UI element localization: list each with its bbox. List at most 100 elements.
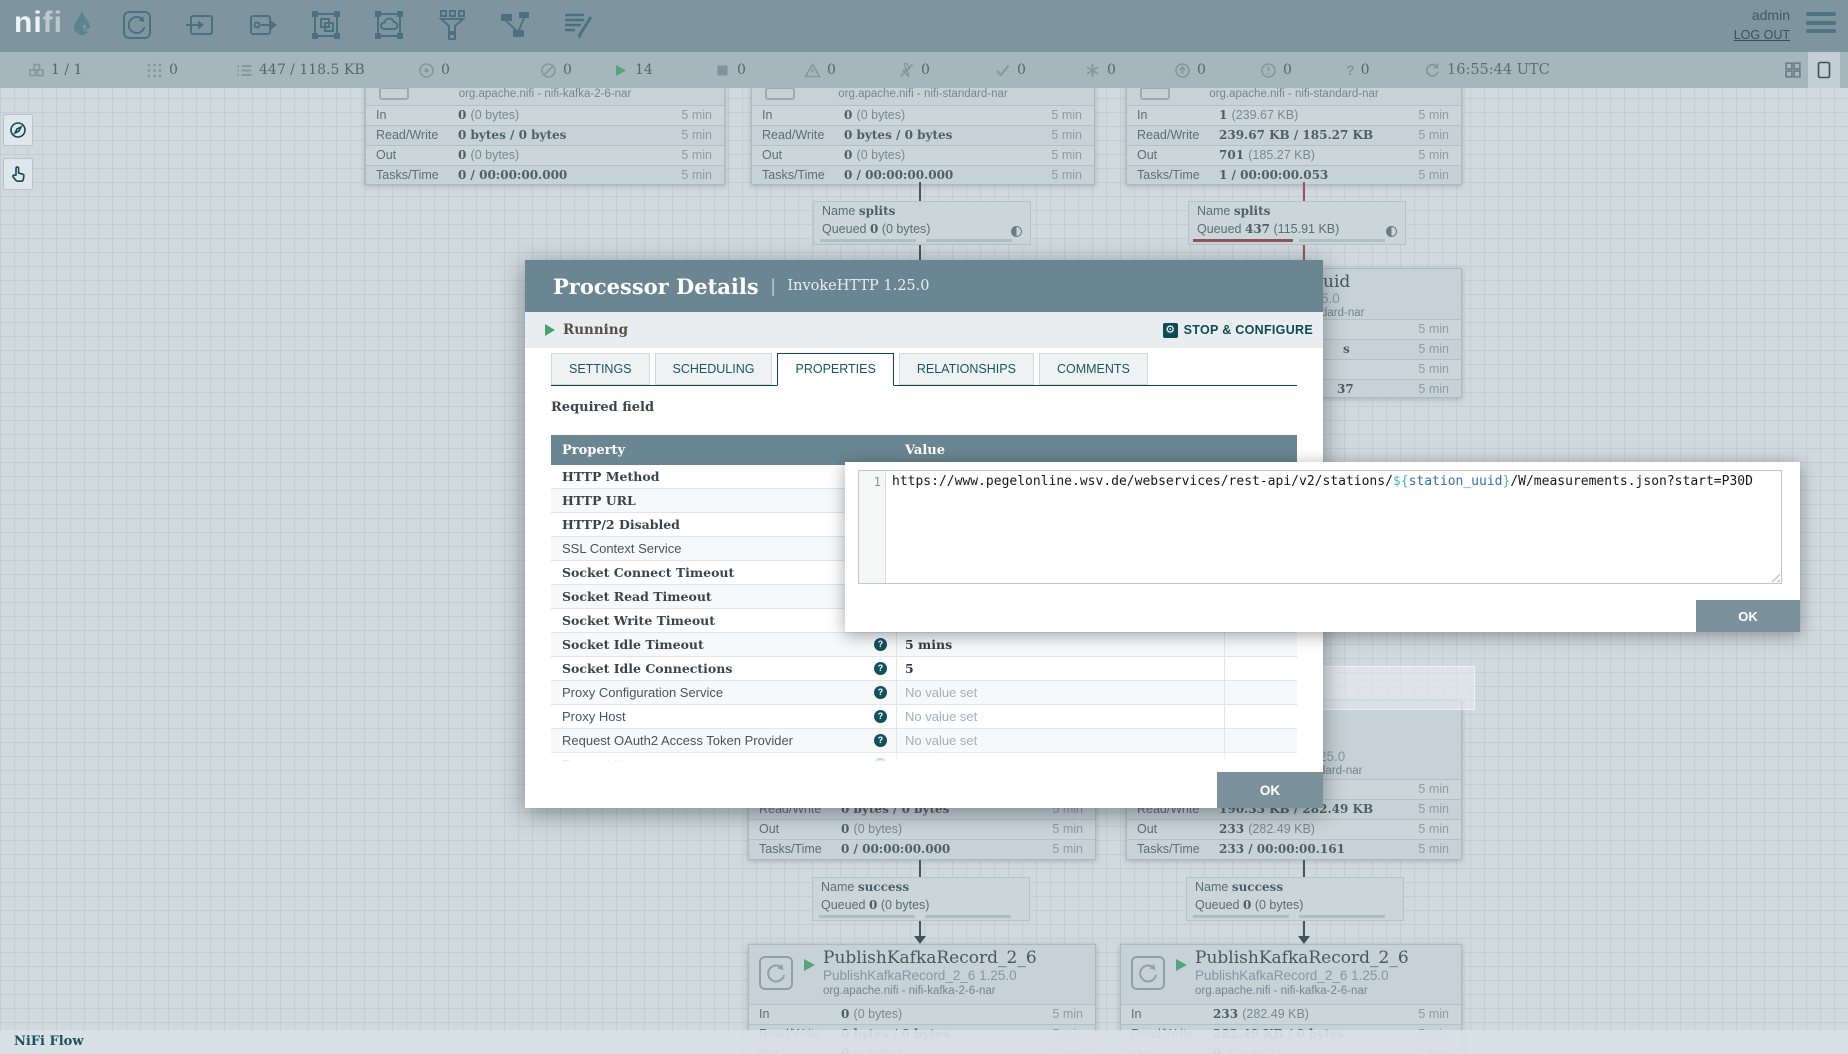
drag-processor-icon[interactable]: [122, 10, 152, 40]
global-menu-icon[interactable]: [1806, 12, 1836, 38]
nifi-logo: nifi: [14, 6, 92, 40]
processor-bundle-fragment: dard-nar: [1319, 765, 1362, 777]
connection-label-success[interactable]: Name success Queued 0 (0 bytes): [812, 877, 1030, 921]
not-transmitting-icon: [540, 62, 557, 79]
processor-bundle: org.apache.nifi - nifi-kafka-2-6-nar: [366, 88, 724, 100]
processor-icon: [1130, 955, 1166, 991]
processor-bundle: org.apache.nifi - nifi-kafka-2-6-nar: [823, 985, 996, 997]
status-refresh[interactable]: 16:55:44 UTC: [1424, 52, 1550, 88]
dialog-title: Processor Details: [553, 274, 759, 299]
status-up-to-date: 0: [994, 52, 1026, 88]
tab-relationships[interactable]: RELATIONSHIPS: [899, 353, 1034, 385]
tab-scheduling[interactable]: SCHEDULING: [655, 353, 773, 385]
connection-label-success[interactable]: Name success Queued 0 (0 bytes): [1186, 877, 1404, 921]
status-cluster: 1 / 1: [28, 52, 82, 88]
running-icon: [612, 62, 629, 79]
help-icon[interactable]: ?: [874, 662, 887, 675]
drag-input-port-icon[interactable]: [185, 10, 215, 40]
logout-link[interactable]: LOG OUT: [1734, 25, 1790, 45]
processor-subtitle: PublishKafkaRecord_2_6 1.25.0: [1195, 968, 1389, 983]
breadcrumb[interactable]: NiFi Flow: [14, 1030, 84, 1054]
help-icon[interactable]: ?: [874, 710, 887, 723]
dialog-header: Processor Details | InvokeHTTP 1.25.0: [525, 260, 1323, 312]
drag-label-icon[interactable]: [563, 10, 593, 40]
status-stale: 0: [1174, 52, 1206, 88]
question-icon: ?: [1346, 62, 1355, 78]
stat-row: Out233 (282.49 KB)5 min: [1127, 819, 1461, 839]
required-field-note: Required field: [551, 400, 1297, 415]
stat-row: Read/Write239.67 KB / 185.27 KB5 min: [1127, 125, 1461, 145]
load-balance-icon: [1011, 226, 1022, 237]
stat-row: Out0 (0 bytes)5 min: [752, 145, 1094, 165]
drag-funnel-icon[interactable]: [437, 10, 467, 40]
stop-and-configure-button[interactable]: ⚙ STOP & CONFIGURE: [1163, 312, 1313, 348]
connection-line: [1303, 860, 1305, 877]
status-queued: 447 / 118.5 KB: [236, 52, 365, 88]
connection-label-splits[interactable]: Name splits Queued 0 (0 bytes): [813, 201, 1031, 245]
cluster-icon: [28, 62, 45, 79]
help-icon[interactable]: ?: [874, 686, 887, 699]
stat-row: Read/Write0 bytes / 0 bytes5 min: [366, 125, 724, 145]
connection-arrowhead: [914, 936, 926, 944]
value-editor-popup: 1 https://www.pegelonline.wsv.de/webserv…: [845, 462, 1800, 632]
port-grid-icon: [146, 62, 163, 79]
run-status-icon: [804, 959, 815, 971]
drag-remote-process-group-icon[interactable]: [374, 10, 404, 40]
dialog-tabs: SETTINGS SCHEDULING PROPERTIES RELATIONS…: [551, 353, 1297, 386]
invalid-icon: [804, 62, 821, 79]
tab-settings[interactable]: SETTINGS: [551, 353, 650, 385]
arrow-up-circle-icon: [1174, 62, 1191, 79]
status-disabled: 0: [898, 52, 930, 88]
refresh-icon: [1424, 62, 1441, 79]
stat-row: Out0 (0 bytes)5 min: [366, 145, 724, 165]
load-balance-icon: [1386, 226, 1397, 237]
connection-label-splits[interactable]: Name splits Queued 437 (115.91 KB): [1188, 201, 1406, 245]
column-property: Property: [551, 443, 897, 458]
dialog-ok-button[interactable]: OK: [1217, 772, 1323, 808]
property-row[interactable]: Proxy Configuration Service?No value set: [551, 681, 1297, 705]
connection-line: [919, 182, 921, 201]
status-stopped: 0: [714, 52, 746, 88]
stat-row: In1 (239.67 KB)5 min: [1127, 105, 1461, 125]
help-icon[interactable]: ?: [874, 638, 887, 651]
processor-bundle: org.apache.nifi - nifi-kafka-2-6-nar: [1195, 985, 1368, 997]
drag-output-port-icon[interactable]: [248, 10, 278, 40]
stat-row: In0 (0 bytes)5 min: [749, 1004, 1095, 1024]
value-editor-text[interactable]: https://www.pegelonline.wsv.de/webservic…: [886, 471, 1781, 583]
stat-row: Out0 (0 bytes)5 min: [749, 819, 1095, 839]
column-value: Value: [897, 443, 945, 458]
compass-icon: [9, 121, 27, 139]
navigate-palette-toggle[interactable]: [3, 114, 33, 146]
processor-bundle-fragment: dard-nar: [1321, 307, 1364, 319]
breadcrumb-bar: NiFi Flow: [0, 1030, 1848, 1054]
current-user: admin: [1734, 5, 1790, 25]
tab-properties[interactable]: PROPERTIES: [777, 353, 893, 386]
connection-line: [1303, 921, 1305, 937]
birdseye-icon[interactable]: [1784, 61, 1802, 79]
value-editor[interactable]: 1 https://www.pegelonline.wsv.de/webserv…: [858, 470, 1782, 584]
drag-process-group-icon[interactable]: [311, 10, 341, 40]
app-header: nifi admin LOG OUT: [0, 0, 1848, 52]
properties-table-header: Property Value: [551, 435, 1297, 465]
processor-title: PublishKafkaRecord_2_6: [823, 948, 1037, 968]
processor-icon: [758, 955, 794, 991]
last-refreshed-time: 16:55:44 UTC: [1447, 62, 1550, 78]
stat-row: Tasks/Time233 / 00:00:00.1615 min: [1127, 839, 1461, 859]
gear-icon: ⚙: [1163, 323, 1178, 338]
dialog-status-row: Running ⚙ STOP & CONFIGURE: [525, 312, 1323, 348]
processor-bundle: org.apache.nifi - nifi-standard-nar: [1127, 88, 1461, 100]
processor-subtitle: PublishKafkaRecord_2_6 1.25.0: [823, 968, 1017, 983]
dialog-subtitle: InvokeHTTP 1.25.0: [787, 278, 929, 294]
editor-ok-button[interactable]: OK: [1696, 600, 1800, 632]
status-unversioned: ?0: [1346, 52, 1369, 88]
search-panel-toggle[interactable]: [1808, 52, 1840, 88]
operate-palette-toggle[interactable]: [3, 158, 33, 190]
property-row[interactable]: Socket Idle Connections?5: [551, 657, 1297, 681]
stat-row: Tasks/Time0 / 00:00:00.0005 min: [752, 165, 1094, 185]
drag-template-icon[interactable]: [500, 10, 530, 40]
tab-comments[interactable]: COMMENTS: [1039, 353, 1148, 385]
property-row[interactable]: Proxy Host?No value set: [551, 705, 1297, 729]
connection-line-penalized: [1303, 245, 1305, 260]
help-icon[interactable]: ?: [874, 734, 887, 747]
property-row[interactable]: Socket Idle Timeout?5 mins: [551, 633, 1297, 657]
